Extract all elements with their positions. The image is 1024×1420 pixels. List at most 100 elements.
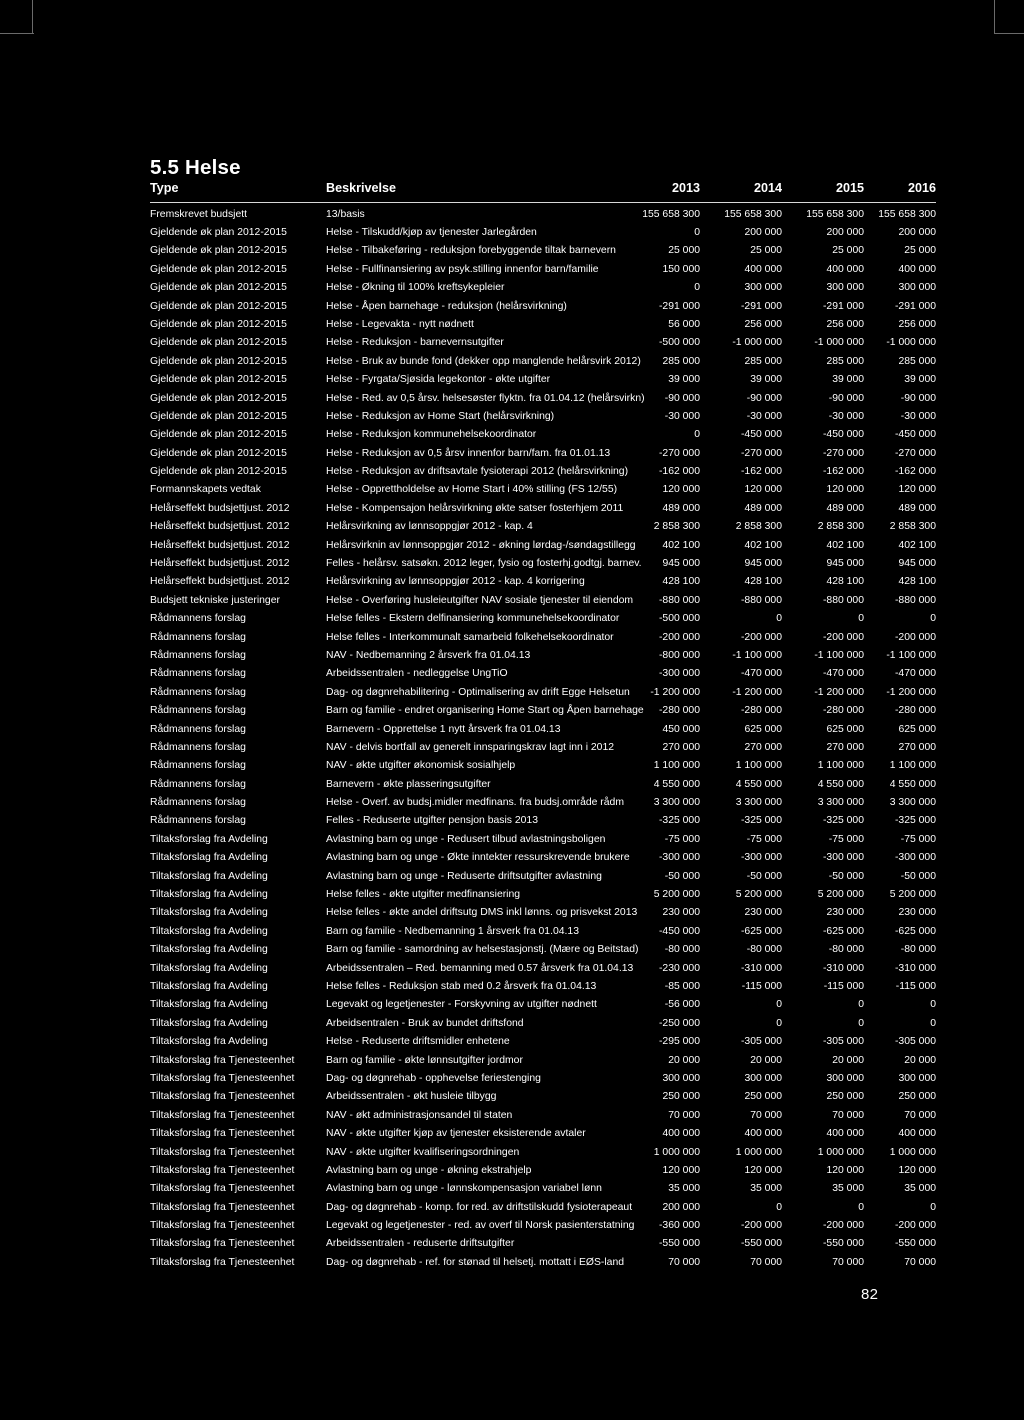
cell-desc: Helse - Økning til 100% kreftsykepleier <box>326 282 505 294</box>
cell-y2016: 120 000 <box>898 484 936 496</box>
cell-desc: Helse - Reduserte driftsmidler enhetene <box>326 1036 510 1048</box>
cell-y2016: 3 300 000 <box>889 797 936 809</box>
cell-y2015: -80 000 <box>828 944 864 956</box>
cell-y2016: 70 000 <box>904 1109 936 1121</box>
cell-y2014: 489 000 <box>744 502 782 514</box>
cell-y2014: -470 000 <box>740 668 782 680</box>
cell-y2013: -500 000 <box>658 337 700 349</box>
table-row: Fremskrevet budsjett 13/basis 155 658 300 1… <box>150 202 936 228</box>
cell-y2015: -450 000 <box>822 429 864 441</box>
cell-type: Tiltaksforslag fra Tjenesteenhet <box>150 1183 295 1195</box>
cell-y2014: -200 000 <box>740 1220 782 1232</box>
cell-type: Gjeldende øk plan 2012-2015 <box>150 282 287 294</box>
cell-y2014: -80 000 <box>746 944 782 956</box>
cell-y2014: -30 000 <box>746 410 782 422</box>
cell-desc: Dag- og døgnrehab - ref. for stønad til … <box>326 1256 625 1268</box>
cell-type: Tiltaksforslag fra Avdeling <box>150 981 268 992</box>
table-row: Tiltaksforslag fra Tjenesteenhet Avlastni… <box>150 1183 936 1202</box>
cell-y2015: -300 000 <box>822 852 864 864</box>
cell-y2014: -90 000 <box>746 392 782 404</box>
cell-y2014: -291 000 <box>740 300 782 312</box>
cell-y2014: 0 <box>776 999 782 1011</box>
cell-type: Tiltaksforslag fra Tjenesteenhet <box>150 1220 295 1232</box>
cell-type: Budsjett tekniske justeringer <box>150 594 280 606</box>
table-row: Tiltaksforslag fra Tjenesteenhet Arbeidss… <box>150 1092 936 1110</box>
cell-y2016: 35 000 <box>904 1183 936 1195</box>
cell-y2013: 150 000 <box>662 263 700 275</box>
cell-type: Gjeldende øk plan 2012-2015 <box>150 337 287 349</box>
cell-y2013: 0 <box>694 429 700 441</box>
cell-y2016: 230 000 <box>898 907 936 919</box>
table-row: Gjeldende øk plan 2012-2015 Helse - Reduk… <box>150 466 936 485</box>
column-header-2016: 2016 <box>864 182 936 203</box>
cell-y2014: 230 000 <box>744 907 782 919</box>
cell-y2014: 25 000 <box>750 245 782 257</box>
table-row: Tiltaksforslag fra Avdeling Helse felles … <box>150 981 936 1000</box>
cell-type: Tiltaksforslag fra Tjenesteenhet <box>150 1201 295 1213</box>
cell-y2014: -300 000 <box>740 852 782 864</box>
cell-type: Tiltaksforslag fra Avdeling <box>150 870 268 882</box>
cell-y2016: 4 550 000 <box>889 778 936 790</box>
table-row: Helårseffekt budsjettjust. 2012 Helårsvir… <box>150 539 936 559</box>
cell-type: Fremskrevet budsjett <box>150 208 248 220</box>
cell-y2016: -162 000 <box>894 466 936 478</box>
cell-desc: NAV - økte utgifter økonomisk sosialhjel… <box>326 760 516 772</box>
table-row: Tiltaksforslag fra Avdeling Avlastning ba… <box>150 852 936 871</box>
cell-y2014: 0 <box>776 1201 782 1213</box>
cell-y2015: -550 000 <box>822 1238 864 1250</box>
cell-y2013: 70 000 <box>668 1109 700 1121</box>
cell-desc: Barn og familie - økte lønnsutgifter jor… <box>326 1054 523 1066</box>
cell-type: Rådmannens forslag <box>150 723 246 735</box>
cell-y2014: -1 000 000 <box>732 337 782 349</box>
cell-desc: Barn og familie - endret organisering Ho… <box>326 705 644 717</box>
cell-y2016: -1 000 000 <box>886 337 936 349</box>
table-row: Tiltaksforslag fra Avdeling Avlastning ba… <box>150 833 936 853</box>
cell-type: Gjeldende øk plan 2012-2015 <box>150 429 287 441</box>
cell-y2013: -30 000 <box>664 410 700 422</box>
page-title: 5.5 Helse <box>150 155 241 179</box>
table-row: Tiltaksforslag fra Tjenesteenhet NAV - øk… <box>150 1109 936 1129</box>
table-row: Tiltaksforslag fra Avdeling Arbeidsentral… <box>150 1018 936 1037</box>
column-header-2015: 2015 <box>782 182 864 203</box>
table-row: Rådmannens forslag Dag- og døgnrehabilite… <box>150 686 936 706</box>
cell-desc: Felles - helårsv. satsøkn. 2012 leger, f… <box>326 558 642 570</box>
table-row: Tiltaksforslag fra Tjenesteenhet Dag- og … <box>150 1073 936 1092</box>
cell-desc: Arbeidssentralen - reduserte driftsutgif… <box>326 1238 515 1250</box>
cell-type: Gjeldende øk plan 2012-2015 <box>150 374 287 386</box>
cell-y2016: 402 100 <box>898 539 936 551</box>
cell-y2015: 489 000 <box>826 502 864 514</box>
cell-y2013: 39 000 <box>668 374 700 386</box>
cell-y2016: 2 858 300 <box>889 521 936 533</box>
cell-type: Tiltaksforslag fra Avdeling <box>150 833 268 845</box>
cell-y2016: 945 000 <box>898 558 936 570</box>
column-header-beskrivelse: Beskrivelse <box>326 182 616 203</box>
cell-y2016: 39 000 <box>904 374 936 386</box>
cell-y2016: -1 200 000 <box>886 686 936 698</box>
cell-y2015: 230 000 <box>826 907 864 919</box>
cell-y2013: 428 100 <box>662 576 700 588</box>
table-row: Gjeldende øk plan 2012-2015 Helse - Reduk… <box>150 429 936 448</box>
cell-type: Rådmannens forslag <box>150 613 246 625</box>
table-row: Rådmannens forslag Barnevern - økte plass… <box>150 778 936 798</box>
cell-type: Gjeldende øk plan 2012-2015 <box>150 245 287 257</box>
table-row: Tiltaksforslag fra Avdeling Legevakt og l… <box>150 1000 936 1018</box>
cell-y2014: 945 000 <box>744 558 782 570</box>
cell-y2016: -325 000 <box>894 815 936 827</box>
table-row: Tiltaksforslag fra Tjenesteenhet Avlastni… <box>150 1164 936 1184</box>
cell-desc: Barnevern - Opprettelse 1 nytt årsverk f… <box>326 723 561 735</box>
cell-y2014: -75 000 <box>746 833 782 845</box>
cell-y2016: 250 000 <box>898 1091 936 1103</box>
cell-type: Helårseffekt budsjettjust. 2012 <box>150 502 290 514</box>
cell-y2015: 4 550 000 <box>817 778 864 790</box>
table-row: Tiltaksforslag fra Avdeling Avlastning ba… <box>150 870 936 890</box>
table-row: Tiltaksforslag fra Tjenesteenhet Arbeidss… <box>150 1239 936 1257</box>
cell-y2015: -200 000 <box>822 631 864 643</box>
cell-type: Rådmannens forslag <box>150 686 246 698</box>
cell-y2013: -270 000 <box>658 447 700 459</box>
cell-y2014: -450 000 <box>740 429 782 441</box>
cell-y2016: -280 000 <box>894 705 936 717</box>
cell-y2014: 120 000 <box>744 1164 782 1176</box>
cell-y2014: -280 000 <box>740 705 782 717</box>
cell-desc: NAV - Nedbemanning 2 årsverk fra 01.04.1… <box>326 649 531 661</box>
cell-y2014: 70 000 <box>750 1109 782 1121</box>
